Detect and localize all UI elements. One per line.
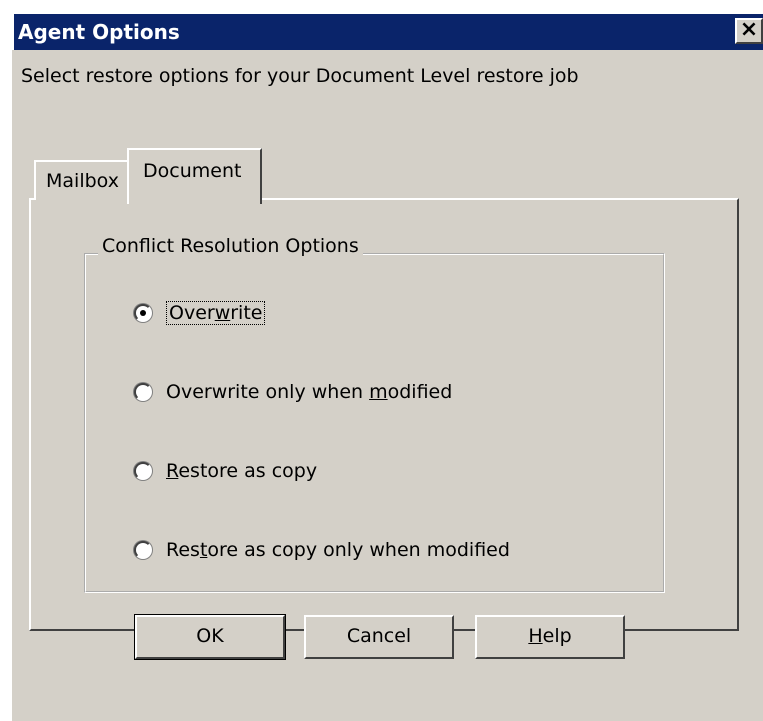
ok-button[interactable]: OK [134,614,286,660]
instruction-text: Select restore options for your Document… [21,65,579,87]
radio-restore-copy-when-modified-label: Restore as copy only when modified [166,539,510,561]
radio-overwrite[interactable]: Overwrite [134,298,266,328]
radio-button-checked[interactable] [134,304,152,322]
tab-mailbox-label: Mailbox [46,170,119,192]
radio-overwrite-when-modified[interactable]: Overwrite only when modified [134,377,452,407]
radio-restore-as-copy[interactable]: Restore as copy [134,456,317,486]
tab-document-label: Document [143,160,242,182]
cancel-button[interactable]: Cancel [304,615,454,659]
title-bar: Agent Options × [12,12,763,50]
radio-button[interactable] [134,541,152,559]
radio-restore-copy-when-modified[interactable]: Restore as copy only when modified [134,535,510,565]
radio-button[interactable] [134,462,152,480]
window-title: Agent Options [18,20,180,44]
close-icon[interactable]: × [735,18,763,44]
radio-overwrite-label: Overwrite [166,301,266,325]
help-button[interactable]: Help [475,615,625,659]
radio-overwrite-when-modified-label: Overwrite only when modified [166,381,453,403]
radio-restore-as-copy-label: Restore as copy [166,460,318,482]
radio-button[interactable] [134,383,152,401]
tab-mailbox[interactable]: Mailbox [34,160,131,200]
tab-document[interactable]: Document [127,148,262,204]
groupbox-label: Conflict Resolution Options [98,235,363,257]
